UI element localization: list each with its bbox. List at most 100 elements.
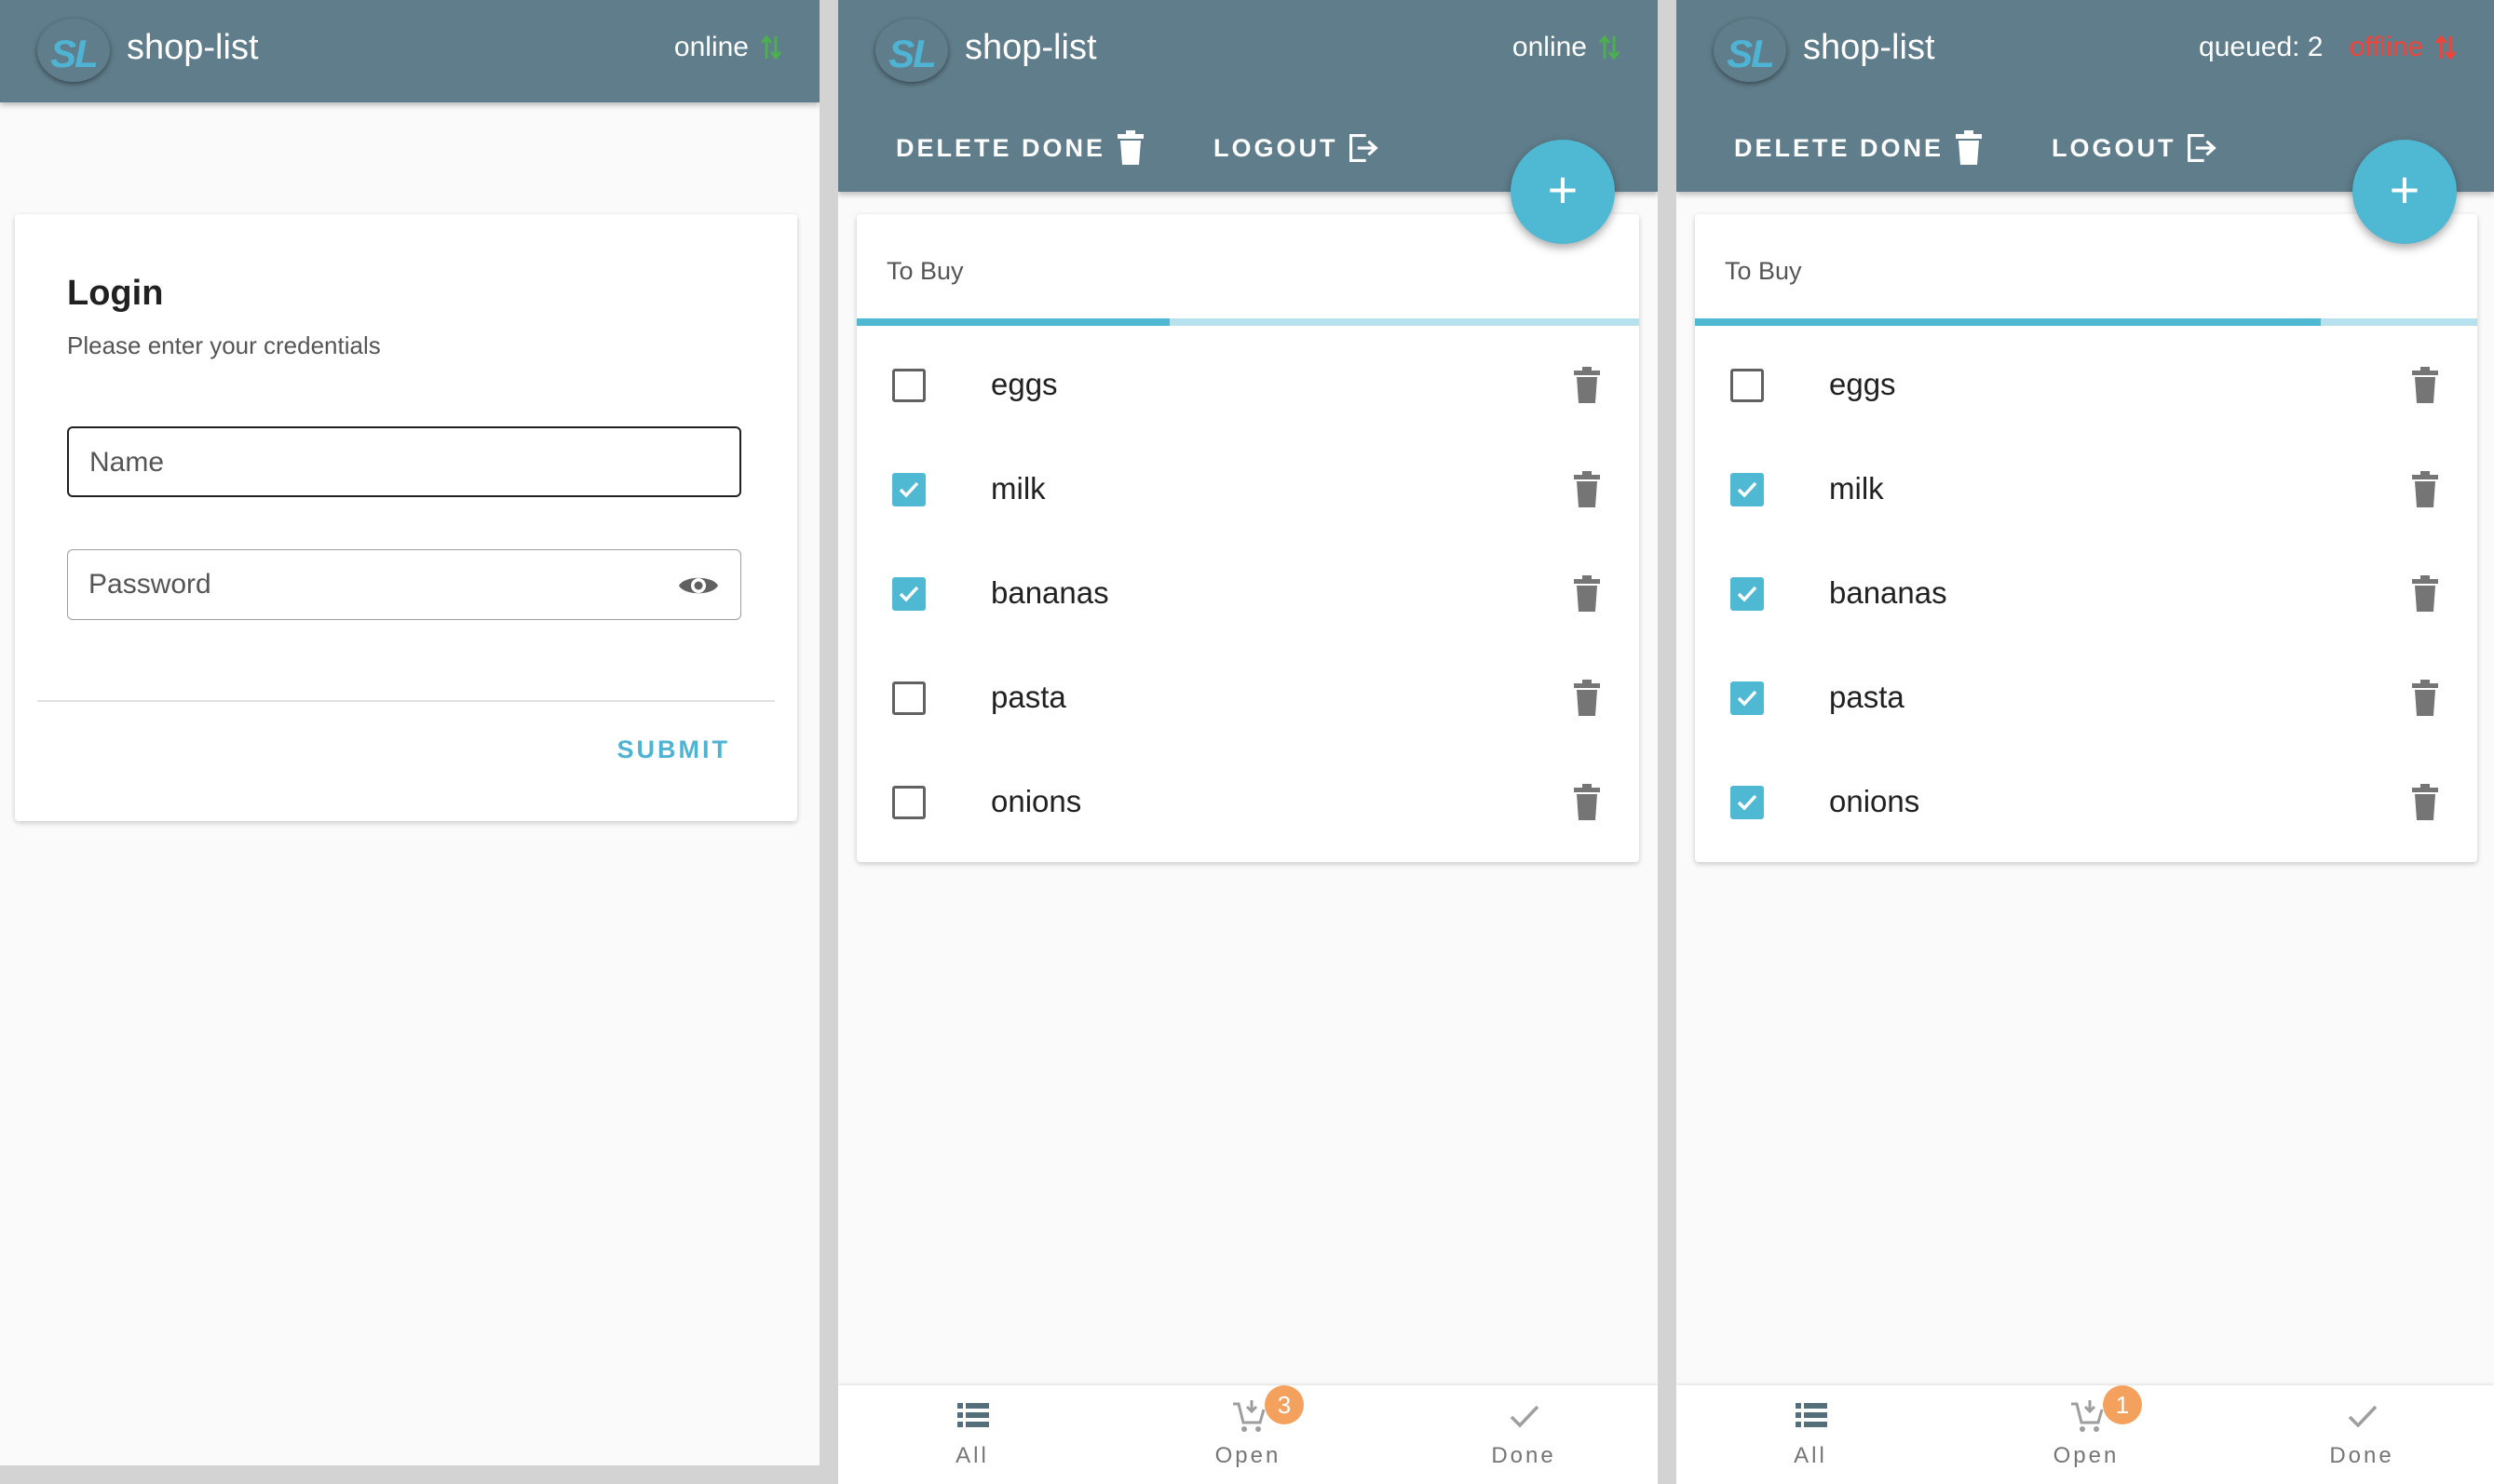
app-title: shop-list <box>127 28 259 67</box>
toolbar: DELETE DONE LOGOUT <box>896 130 1379 166</box>
item-checkbox[interactable] <box>892 369 926 402</box>
queued-count: queued: 2 <box>2199 32 2324 62</box>
app-title: shop-list <box>965 28 1097 67</box>
connection-status: online <box>1512 32 1620 63</box>
item-checkbox[interactable] <box>892 786 926 819</box>
connection-status-label: offline <box>2349 32 2423 62</box>
app-logo-text: SL <box>888 32 937 75</box>
login-subtitle: Please enter your credentials <box>67 331 381 359</box>
nav-all[interactable]: All <box>1717 1385 1904 1484</box>
show-password-icon[interactable] <box>677 571 720 600</box>
delete-item-icon[interactable] <box>2410 367 2440 404</box>
nav-open[interactable]: 1 Open <box>1993 1385 2179 1484</box>
nav-open-label: Open <box>1214 1443 1281 1468</box>
checkmark-icon <box>1737 690 1757 707</box>
nav-all-label: All <box>1794 1443 1827 1468</box>
item-checkbox[interactable] <box>1730 369 1764 402</box>
delete-item-icon[interactable] <box>2410 784 2440 821</box>
sync-arrows-icon <box>1598 34 1620 61</box>
item-checkbox[interactable] <box>1730 473 1764 506</box>
item-label: eggs <box>1829 367 1896 401</box>
connection-status: online <box>674 32 782 63</box>
checkmark-icon <box>1737 794 1757 811</box>
item-label: milk <box>991 471 1046 506</box>
submit-button[interactable]: SUBMIT <box>617 735 731 764</box>
connection-status: queued: 2 offline <box>2199 32 2457 63</box>
list-item: pasta <box>857 644 1639 749</box>
bottom-navigation: All 1 Open Done <box>1676 1385 2494 1484</box>
checkmark-icon <box>1737 481 1757 498</box>
list-title: To Buy <box>1725 257 1802 285</box>
add-item-button[interactable]: + <box>2352 140 2457 244</box>
nav-done-label: Done <box>2329 1443 2394 1468</box>
nav-all-label: All <box>956 1443 989 1468</box>
list-icon <box>1796 1403 1827 1427</box>
list-item: eggs <box>1695 331 2477 436</box>
app-logo: SL <box>1714 19 1786 82</box>
logout-button[interactable]: LOGOUT <box>1213 130 1379 166</box>
list-item: bananas <box>857 540 1639 644</box>
nav-open[interactable]: 3 Open <box>1155 1385 1341 1484</box>
name-input[interactable]: Name <box>67 426 741 497</box>
open-count-badge: 1 <box>2103 1385 2142 1424</box>
logout-button[interactable]: LOGOUT <box>2052 130 2217 166</box>
item-label: bananas <box>1829 575 1947 610</box>
connection-status-label: online <box>673 32 749 62</box>
sync-arrows-icon <box>760 34 782 61</box>
delete-item-icon[interactable] <box>1572 575 1602 613</box>
connection-status-label: online <box>1511 32 1587 62</box>
item-checkbox[interactable] <box>892 473 926 506</box>
item-checkbox[interactable] <box>892 681 926 715</box>
list-screen-online: SL shop-list online DELETE DONE LOGOUT +… <box>838 0 1658 1484</box>
list-item: milk <box>857 436 1639 540</box>
password-placeholder: Password <box>88 569 211 600</box>
logout-label: LOGOUT <box>2052 133 2176 162</box>
cart-icon <box>2071 1400 2104 1432</box>
nav-done[interactable]: Done <box>1430 1385 1617 1484</box>
add-item-button[interactable]: + <box>1511 140 1615 244</box>
delete-done-button[interactable]: DELETE DONE <box>1734 130 1985 166</box>
list-item: eggs <box>857 331 1639 436</box>
app-bar: SL shop-list online <box>0 0 820 102</box>
password-input[interactable]: Password <box>67 549 741 620</box>
name-placeholder: Name <box>89 447 165 478</box>
list-icon <box>957 1403 989 1427</box>
nav-done-label: Done <box>1491 1443 1556 1468</box>
item-label: bananas <box>991 575 1109 610</box>
list-title: To Buy <box>887 257 964 285</box>
delete-item-icon[interactable] <box>2410 575 2440 613</box>
login-title: Login <box>67 274 164 313</box>
list-item: pasta <box>1695 644 2477 749</box>
nav-all[interactable]: All <box>879 1385 1065 1484</box>
login-screen: SL shop-list online Login Please enter y… <box>0 0 820 1465</box>
progress-fill <box>1695 318 2321 326</box>
item-checkbox[interactable] <box>892 577 926 611</box>
list-item: bananas <box>1695 540 2477 644</box>
trash-icon <box>1118 130 1145 165</box>
delete-item-icon[interactable] <box>1572 367 1602 404</box>
delete-item-icon[interactable] <box>1572 680 1602 717</box>
bottom-navigation: All 3 Open Done <box>838 1385 1658 1484</box>
item-label: onions <box>1829 784 1920 818</box>
delete-item-icon[interactable] <box>2410 471 2440 508</box>
app-logo: SL <box>875 19 948 82</box>
item-checkbox[interactable] <box>1730 577 1764 611</box>
delete-done-label: DELETE DONE <box>896 133 1106 162</box>
delete-item-icon[interactable] <box>1572 471 1602 508</box>
app-logo-text: SL <box>50 32 99 75</box>
cart-icon <box>1233 1400 1266 1432</box>
item-label: pasta <box>991 680 1066 714</box>
delete-done-button[interactable]: DELETE DONE <box>896 130 1146 166</box>
item-checkbox[interactable] <box>1730 681 1764 715</box>
item-checkbox[interactable] <box>1730 786 1764 819</box>
trash-icon <box>1956 130 1983 165</box>
item-label: eggs <box>991 367 1058 401</box>
app-logo-text: SL <box>1727 32 1775 75</box>
delete-item-icon[interactable] <box>2410 680 2440 717</box>
delete-item-icon[interactable] <box>1572 784 1602 821</box>
shopping-list-card: To Buy eggs milk bananas pasta onions <box>1695 214 2477 862</box>
sync-arrows-icon <box>2434 34 2457 61</box>
list-item: milk <box>1695 436 2477 540</box>
nav-done[interactable]: Done <box>2269 1385 2455 1484</box>
item-label: milk <box>1829 471 1884 506</box>
